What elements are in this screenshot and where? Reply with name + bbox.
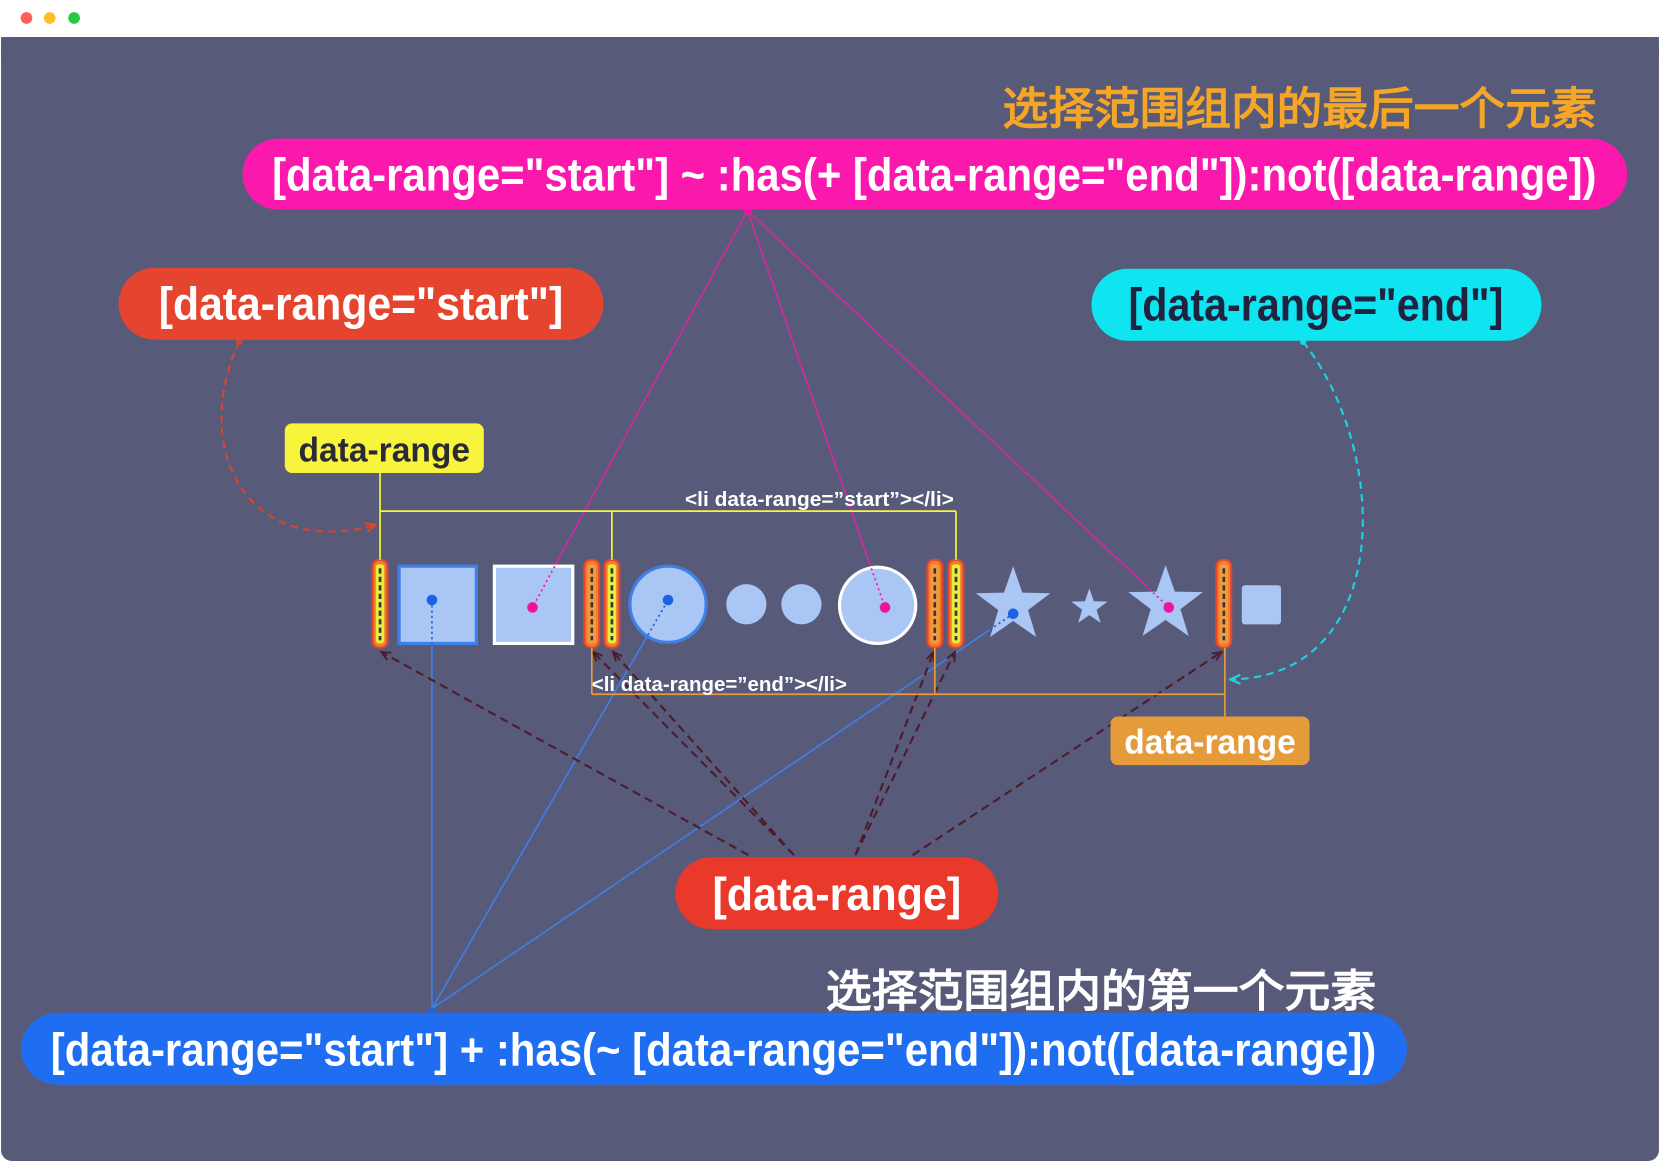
range-end-marker [583,558,601,649]
li-start-markup: <li data-range=”start”></li> [685,489,954,511]
canvas-panel-top [1,37,1659,59]
first-dot [426,594,438,606]
selector-first-text: [data-range="start"] + :has(~ [data-rang… [51,1024,1376,1076]
app-window: <li data-range=”start”></li> <li data-ra… [0,0,1660,1162]
selector-last-text: [data-range="start"] ~ :has(+ [data-rang… [272,148,1596,200]
last-dot [527,602,538,613]
start-selector-text: [data-range="start"] [159,278,563,330]
range-start-marker [947,558,965,649]
last-dot [879,602,891,613]
end-selector-pill: [data-range="end"] [1091,268,1542,341]
range-end-marker [926,558,944,649]
first-dot [662,594,674,606]
first-dot [1007,608,1019,620]
square-small-item [1241,585,1281,625]
last-element-title: 选择范围组内的最后一个元素 [1003,84,1597,135]
circle-small-item [781,584,822,625]
circle-small-item [726,584,767,625]
start-attr-label-text: data-range [299,431,471,469]
end-attr-label-text: data-range [1124,724,1296,762]
square-first-item [397,564,478,646]
first-element-title: 选择范围组内的第一个元素 [826,966,1377,1017]
title-bar [0,0,1660,38]
last-dot [1163,602,1175,613]
any-marker-text: [data-range] [712,868,961,920]
circle-last-item [837,565,918,646]
selector-last-pill: [data-range="start"] ~ :has(+ [data-rang… [242,138,1628,210]
any-marker-pill: [data-range] [675,857,999,930]
range-end-marker [1215,558,1233,649]
close-button[interactable] [20,12,33,24]
range-start-marker [603,558,621,649]
end-attr-label: data-range [1110,716,1310,766]
minimize-button[interactable] [43,12,56,24]
start-attr-label: data-range [284,423,484,474]
start-selector-pill: [data-range="start"] [118,267,604,340]
zoom-button[interactable] [68,12,80,24]
selector-first-pill: [data-range="start"] + :has(~ [data-rang… [21,1012,1407,1085]
end-selector-text: [data-range="end"] [1129,279,1504,331]
range-start-marker [371,558,389,649]
selector-diagram: <li data-range=”start”></li> <li data-ra… [0,0,1660,1162]
li-end-markup: <li data-range=”end”></li> [592,674,847,696]
